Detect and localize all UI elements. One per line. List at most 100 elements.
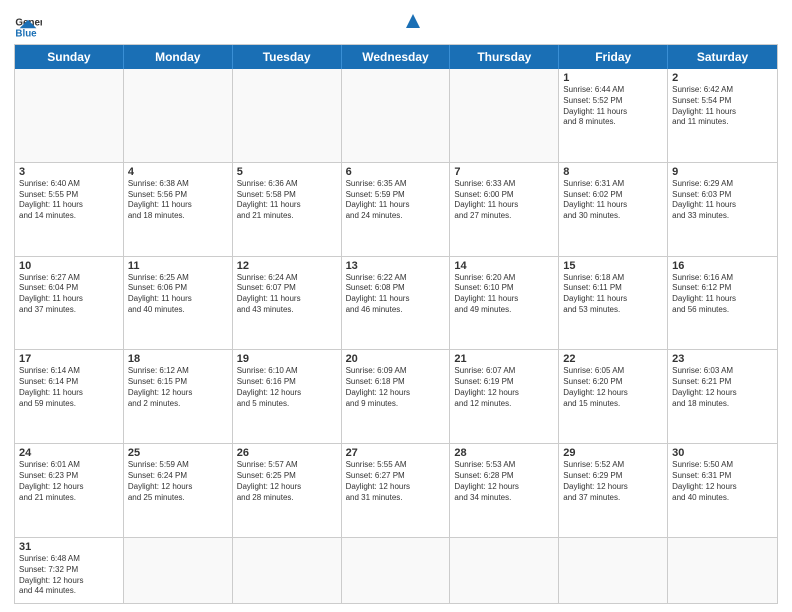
weekday-header-friday: Friday: [559, 45, 668, 69]
day-number: 31: [19, 541, 119, 553]
calendar-cell-4-2: 26Sunrise: 5:57 AM Sunset: 6:25 PM Dayli…: [233, 444, 342, 537]
day-number: 1: [563, 72, 663, 84]
day-info: Sunrise: 6:25 AM Sunset: 6:06 PM Dayligh…: [128, 273, 228, 316]
day-number: 5: [237, 166, 337, 178]
calendar-cell-5-6: [668, 538, 777, 603]
calendar-cell-3-0: 17Sunrise: 6:14 AM Sunset: 6:14 PM Dayli…: [15, 350, 124, 443]
day-number: 6: [346, 166, 446, 178]
day-info: Sunrise: 6:36 AM Sunset: 5:58 PM Dayligh…: [237, 179, 337, 222]
calendar-cell-0-0: [15, 69, 124, 162]
calendar-cell-0-3: [342, 69, 451, 162]
day-info: Sunrise: 6:18 AM Sunset: 6:11 PM Dayligh…: [563, 273, 663, 316]
calendar-row-2: 10Sunrise: 6:27 AM Sunset: 6:04 PM Dayli…: [15, 257, 777, 351]
calendar-cell-2-6: 16Sunrise: 6:16 AM Sunset: 6:12 PM Dayli…: [668, 257, 777, 350]
day-number: 10: [19, 260, 119, 272]
day-info: Sunrise: 5:53 AM Sunset: 6:28 PM Dayligh…: [454, 460, 554, 503]
day-info: Sunrise: 6:20 AM Sunset: 6:10 PM Dayligh…: [454, 273, 554, 316]
day-number: 22: [563, 353, 663, 365]
day-number: 9: [672, 166, 773, 178]
calendar-cell-1-1: 4Sunrise: 6:38 AM Sunset: 5:56 PM Daylig…: [124, 163, 233, 256]
calendar-cell-0-4: [450, 69, 559, 162]
day-info: Sunrise: 6:01 AM Sunset: 6:23 PM Dayligh…: [19, 460, 119, 503]
calendar-header: SundayMondayTuesdayWednesdayThursdayFrid…: [15, 45, 777, 69]
day-number: 8: [563, 166, 663, 178]
day-info: Sunrise: 5:59 AM Sunset: 6:24 PM Dayligh…: [128, 460, 228, 503]
weekday-header-sunday: Sunday: [15, 45, 124, 69]
day-number: 16: [672, 260, 773, 272]
day-info: Sunrise: 6:35 AM Sunset: 5:59 PM Dayligh…: [346, 179, 446, 222]
day-number: 24: [19, 447, 119, 459]
day-info: Sunrise: 6:42 AM Sunset: 5:54 PM Dayligh…: [672, 85, 773, 128]
day-info: Sunrise: 6:05 AM Sunset: 6:20 PM Dayligh…: [563, 366, 663, 409]
day-info: Sunrise: 6:24 AM Sunset: 6:07 PM Dayligh…: [237, 273, 337, 316]
day-number: 17: [19, 353, 119, 365]
day-number: 30: [672, 447, 773, 459]
day-number: 20: [346, 353, 446, 365]
calendar-cell-5-5: [559, 538, 668, 603]
day-number: 2: [672, 72, 773, 84]
weekday-header-saturday: Saturday: [668, 45, 777, 69]
calendar-cell-0-5: 1Sunrise: 6:44 AM Sunset: 5:52 PM Daylig…: [559, 69, 668, 162]
day-info: Sunrise: 5:50 AM Sunset: 6:31 PM Dayligh…: [672, 460, 773, 503]
calendar-cell-3-1: 18Sunrise: 6:12 AM Sunset: 6:15 PM Dayli…: [124, 350, 233, 443]
calendar-cell-4-4: 28Sunrise: 5:53 AM Sunset: 6:28 PM Dayli…: [450, 444, 559, 537]
day-info: Sunrise: 5:57 AM Sunset: 6:25 PM Dayligh…: [237, 460, 337, 503]
calendar-cell-5-1: [124, 538, 233, 603]
day-number: 4: [128, 166, 228, 178]
calendar-cell-1-0: 3Sunrise: 6:40 AM Sunset: 5:55 PM Daylig…: [15, 163, 124, 256]
day-info: Sunrise: 6:40 AM Sunset: 5:55 PM Dayligh…: [19, 179, 119, 222]
calendar-cell-5-4: [450, 538, 559, 603]
calendar-row-3: 17Sunrise: 6:14 AM Sunset: 6:14 PM Dayli…: [15, 350, 777, 444]
logo: General Blue: [14, 10, 42, 38]
day-number: 7: [454, 166, 554, 178]
weekday-header-wednesday: Wednesday: [342, 45, 451, 69]
calendar-cell-1-4: 7Sunrise: 6:33 AM Sunset: 6:00 PM Daylig…: [450, 163, 559, 256]
calendar-cell-5-0: 31Sunrise: 6:48 AM Sunset: 7:32 PM Dayli…: [15, 538, 124, 603]
logo-triangle: [402, 10, 424, 32]
calendar-cell-0-6: 2Sunrise: 6:42 AM Sunset: 5:54 PM Daylig…: [668, 69, 777, 162]
weekday-header-tuesday: Tuesday: [233, 45, 342, 69]
calendar-page: General Blue SundayMondayTuesdayWednesda…: [0, 0, 792, 612]
day-info: Sunrise: 6:44 AM Sunset: 5:52 PM Dayligh…: [563, 85, 663, 128]
day-number: 18: [128, 353, 228, 365]
day-info: Sunrise: 5:52 AM Sunset: 6:29 PM Dayligh…: [563, 460, 663, 503]
day-number: 13: [346, 260, 446, 272]
calendar-cell-3-5: 22Sunrise: 6:05 AM Sunset: 6:20 PM Dayli…: [559, 350, 668, 443]
calendar: SundayMondayTuesdayWednesdayThursdayFrid…: [14, 44, 778, 604]
day-number: 12: [237, 260, 337, 272]
calendar-cell-1-2: 5Sunrise: 6:36 AM Sunset: 5:58 PM Daylig…: [233, 163, 342, 256]
calendar-cell-2-1: 11Sunrise: 6:25 AM Sunset: 6:06 PM Dayli…: [124, 257, 233, 350]
calendar-cell-2-5: 15Sunrise: 6:18 AM Sunset: 6:11 PM Dayli…: [559, 257, 668, 350]
calendar-cell-3-4: 21Sunrise: 6:07 AM Sunset: 6:19 PM Dayli…: [450, 350, 559, 443]
calendar-cell-2-3: 13Sunrise: 6:22 AM Sunset: 6:08 PM Dayli…: [342, 257, 451, 350]
calendar-row-0: 1Sunrise: 6:44 AM Sunset: 5:52 PM Daylig…: [15, 69, 777, 163]
day-number: 26: [237, 447, 337, 459]
calendar-cell-5-3: [342, 538, 451, 603]
day-number: 29: [563, 447, 663, 459]
day-info: Sunrise: 6:29 AM Sunset: 6:03 PM Dayligh…: [672, 179, 773, 222]
day-number: 28: [454, 447, 554, 459]
day-number: 14: [454, 260, 554, 272]
calendar-cell-4-0: 24Sunrise: 6:01 AM Sunset: 6:23 PM Dayli…: [15, 444, 124, 537]
weekday-header-monday: Monday: [124, 45, 233, 69]
calendar-row-1: 3Sunrise: 6:40 AM Sunset: 5:55 PM Daylig…: [15, 163, 777, 257]
day-number: 27: [346, 447, 446, 459]
day-info: Sunrise: 6:10 AM Sunset: 6:16 PM Dayligh…: [237, 366, 337, 409]
calendar-cell-0-1: [124, 69, 233, 162]
day-info: Sunrise: 6:22 AM Sunset: 6:08 PM Dayligh…: [346, 273, 446, 316]
weekday-header-thursday: Thursday: [450, 45, 559, 69]
day-number: 3: [19, 166, 119, 178]
calendar-cell-3-3: 20Sunrise: 6:09 AM Sunset: 6:18 PM Dayli…: [342, 350, 451, 443]
calendar-cell-2-4: 14Sunrise: 6:20 AM Sunset: 6:10 PM Dayli…: [450, 257, 559, 350]
day-number: 21: [454, 353, 554, 365]
svg-text:Blue: Blue: [15, 29, 37, 38]
day-info: Sunrise: 6:38 AM Sunset: 5:56 PM Dayligh…: [128, 179, 228, 222]
calendar-cell-3-6: 23Sunrise: 6:03 AM Sunset: 6:21 PM Dayli…: [668, 350, 777, 443]
day-info: Sunrise: 6:09 AM Sunset: 6:18 PM Dayligh…: [346, 366, 446, 409]
calendar-row-4: 24Sunrise: 6:01 AM Sunset: 6:23 PM Dayli…: [15, 444, 777, 538]
page-header: General Blue: [14, 10, 778, 38]
calendar-row-5: 31Sunrise: 6:48 AM Sunset: 7:32 PM Dayli…: [15, 538, 777, 603]
calendar-cell-4-6: 30Sunrise: 5:50 AM Sunset: 6:31 PM Dayli…: [668, 444, 777, 537]
day-info: Sunrise: 6:03 AM Sunset: 6:21 PM Dayligh…: [672, 366, 773, 409]
calendar-cell-4-5: 29Sunrise: 5:52 AM Sunset: 6:29 PM Dayli…: [559, 444, 668, 537]
